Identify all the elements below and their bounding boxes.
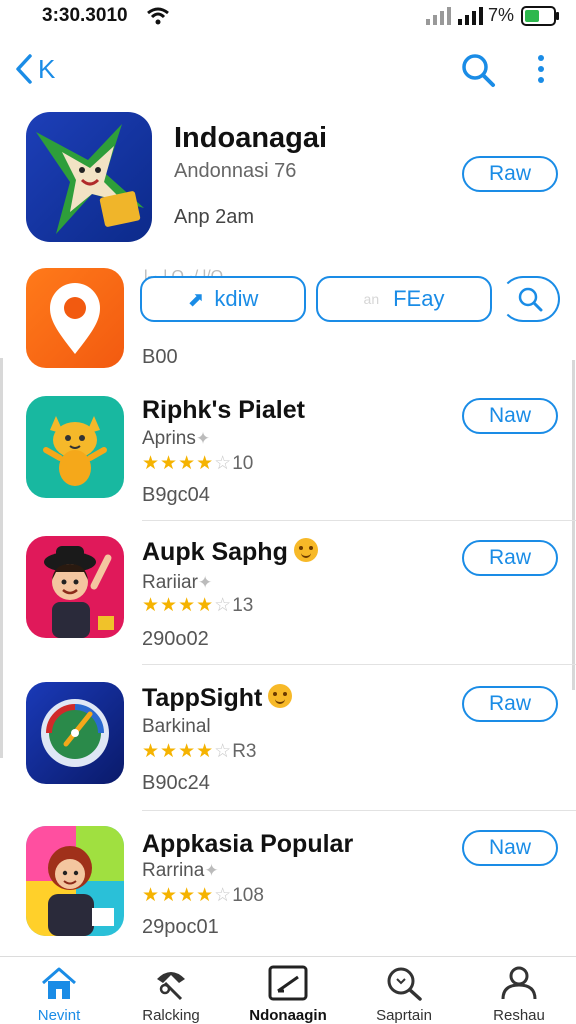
scrollbar[interactable]: [0, 358, 3, 758]
signal-icon: [426, 7, 451, 25]
row-search-button[interactable]: [500, 276, 560, 322]
app-size: 29poc01: [142, 916, 219, 938]
play-label: FEay: [393, 286, 445, 311]
download-label: kdiw: [214, 286, 259, 311]
back-button[interactable]: K: [14, 52, 55, 86]
play-prefix: an: [363, 291, 380, 307]
star-icon: ✦: [197, 573, 213, 592]
back-label: K: [38, 53, 56, 84]
rating-stars: ★★★★☆: [142, 453, 233, 474]
tab-search[interactable]: Saprtain: [349, 965, 459, 1024]
star-icon: ✦: [204, 861, 219, 880]
app-category-text: Rariiar: [142, 572, 198, 593]
rating-count: 10: [232, 453, 254, 474]
app-category: Rariiar✦: [142, 572, 212, 594]
download-button[interactable]: ⬈ kdiw: [140, 276, 306, 322]
app-name-text: TappSight: [142, 684, 263, 712]
get-button[interactable]: Naw: [462, 830, 558, 866]
app-category-text: Barkinal: [142, 716, 211, 737]
app-rating: ★★★★☆108: [142, 884, 264, 907]
rating-count: R3: [232, 741, 257, 762]
app-category: Rarrina✦: [142, 860, 219, 882]
more-icon[interactable]: [536, 54, 546, 84]
app-name: TappSight: [142, 684, 293, 713]
download-icon: ⬈: [187, 288, 205, 311]
app-icon: [26, 536, 124, 638]
divider: [142, 664, 576, 665]
rating-stars: ★★★★☆: [142, 741, 233, 762]
tab-label: Reshau: [493, 1007, 545, 1024]
search-icon[interactable]: [460, 52, 496, 88]
divider: [142, 810, 576, 811]
app-developer: Andonnasi 76: [174, 160, 297, 182]
get-button[interactable]: Raw: [462, 540, 558, 576]
app-size: B9gc04: [142, 484, 210, 506]
app-title: Indoanagai: [174, 122, 328, 154]
app-category: Aprins✦: [142, 428, 210, 450]
app-name: Appkasia Popular: [142, 830, 354, 858]
status-time: 3:30.3010: [42, 5, 128, 26]
tab-bar: Nevint Ralcking Ndonaagin Saprtain Resha…: [0, 956, 576, 1024]
app-category: Barkinal: [142, 716, 211, 738]
tab-profile[interactable]: Reshau: [464, 965, 574, 1024]
signal-icon: [458, 7, 483, 25]
tab-label: Ndonaagin: [249, 1007, 327, 1024]
tab-label: Saprtain: [376, 1007, 432, 1024]
play-button[interactable]: an FEay: [316, 276, 492, 322]
divider: [142, 520, 576, 521]
search-icon: [518, 287, 543, 312]
home-icon: [42, 967, 76, 999]
app-icon: [26, 682, 124, 784]
app-category-text: Rarrina: [142, 860, 205, 881]
ranking-icon: [157, 972, 185, 1001]
tab-home[interactable]: Nevint: [4, 965, 114, 1024]
profile-icon: [501, 966, 537, 1000]
nav-bar: K: [0, 44, 576, 94]
app-subtitle: Anp 2am: [174, 206, 255, 228]
app-category-text: Aprins: [142, 428, 196, 449]
emoji-icon: [293, 538, 318, 563]
app-icon: [26, 268, 124, 368]
apps-icon: [268, 965, 308, 1001]
app-icon: [26, 826, 124, 936]
app-size: 290o02: [142, 628, 209, 650]
app-size: B90c24: [142, 772, 210, 794]
tab-label: Ralcking: [142, 1007, 200, 1024]
rating-stars: ★★★★☆: [142, 595, 233, 616]
star-icon: ✦: [195, 429, 211, 448]
featured-app[interactable]: Indoanagai Andonnasi 76 Anp 2am Raw: [0, 110, 576, 250]
battery-percent: 7%: [488, 5, 515, 25]
app-name-text: Aupk Saphg: [142, 538, 288, 566]
chevron-left-icon: [16, 54, 32, 84]
tab-ranking[interactable]: Ralcking: [116, 965, 226, 1024]
app-rating: ★★★★☆10: [142, 452, 253, 475]
app-name: Riphk's Pialet: [142, 396, 305, 424]
rating-count: 13: [232, 595, 254, 616]
app-size: B00: [142, 346, 178, 368]
status-bar: 3:30.3010 7%: [0, 0, 576, 34]
rating-stars: ★★★★☆: [142, 885, 233, 906]
app-name: Aupk Saphg: [142, 538, 318, 567]
scrollbar[interactable]: [572, 360, 575, 690]
get-button[interactable]: Raw: [462, 156, 558, 192]
tab-label: Nevint: [37, 1007, 81, 1024]
app-rating: ★★★★☆13: [142, 594, 253, 617]
search-icon: [387, 967, 422, 1001]
app-rating: ★★★★☆R3: [142, 740, 256, 763]
get-button[interactable]: Naw: [462, 398, 558, 434]
battery-icon: [521, 6, 559, 26]
app-icon: [26, 112, 152, 242]
wifi-icon: [147, 7, 169, 25]
rating-count: 108: [232, 885, 264, 906]
tab-apps[interactable]: Ndonaagin: [233, 965, 343, 1024]
get-button[interactable]: Raw: [462, 686, 558, 722]
app-icon: [26, 396, 124, 498]
emoji-icon: [268, 684, 293, 709]
